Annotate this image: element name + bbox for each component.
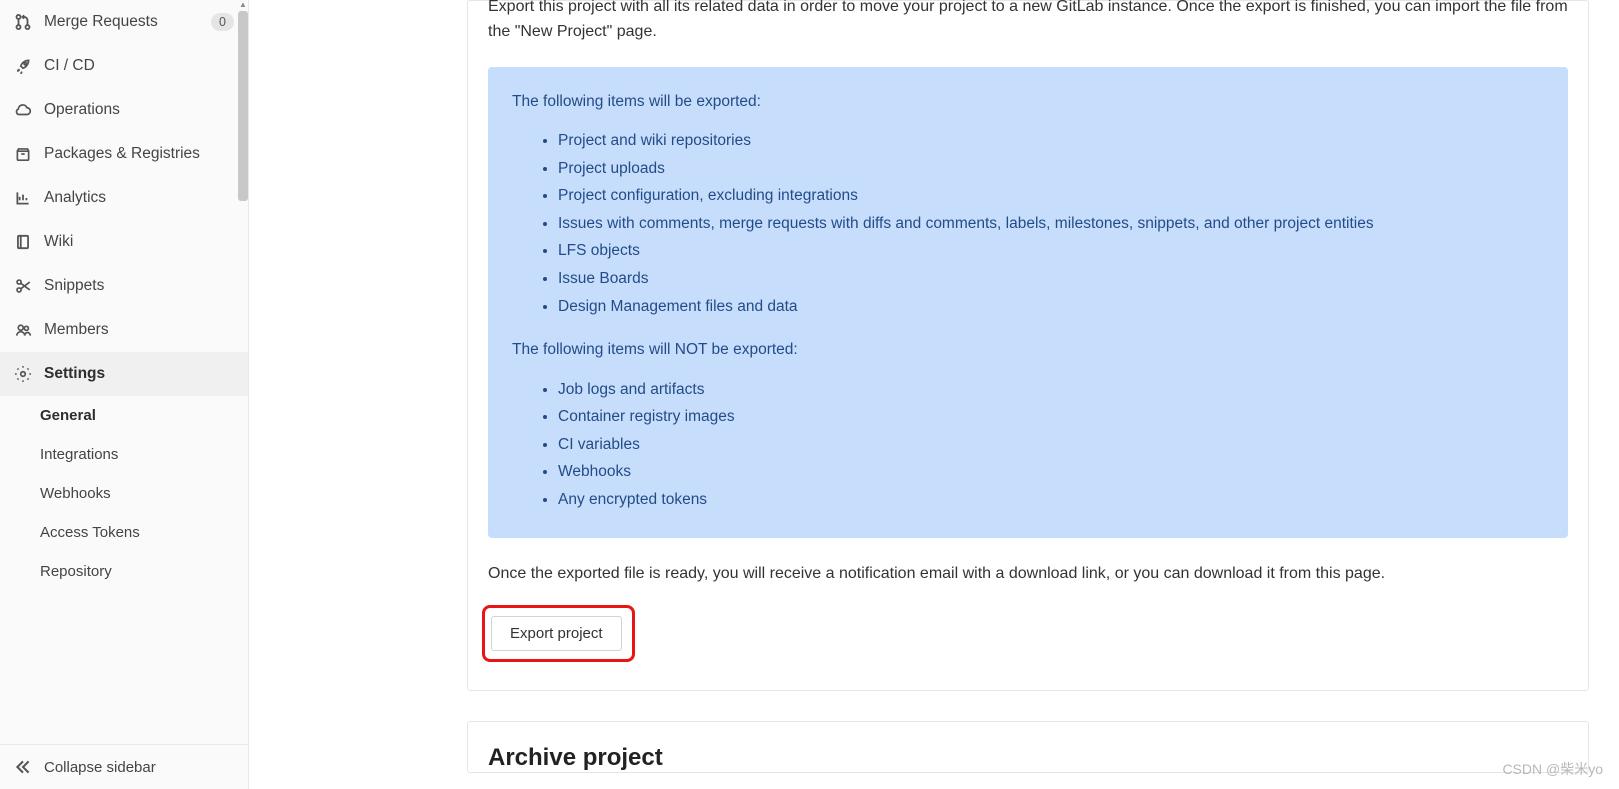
sidebar: ▲ Merge Requests 0 CI / CD [0, 0, 249, 789]
export-project-button[interactable]: Export project [491, 616, 622, 651]
sidebar-item-packages[interactable]: Packages & Registries [0, 132, 248, 176]
sidebar-scrollbar[interactable] [238, 11, 248, 201]
sidebar-item-snippets[interactable]: Snippets [0, 264, 248, 308]
watermark-text: CSDN @柴米yo [1502, 759, 1603, 779]
archive-heading: Archive project [488, 744, 1568, 772]
merge-requests-badge: 0 [211, 13, 234, 31]
chart-icon [14, 189, 32, 207]
list-item: CI variables [558, 432, 1544, 458]
subnav-label: Repository [40, 563, 112, 580]
sidebar-item-label: CI / CD [44, 57, 95, 75]
subnav-item-webhooks[interactable]: Webhooks [0, 474, 248, 513]
subnav-item-repository[interactable]: Repository [0, 552, 248, 591]
list-item: LFS objects [558, 238, 1544, 264]
sidebar-item-label: Snippets [44, 277, 104, 295]
sidebar-item-wiki[interactable]: Wiki [0, 220, 248, 264]
sidebar-item-label: Merge Requests [44, 13, 158, 31]
subnav-item-access-tokens[interactable]: Access Tokens [0, 513, 248, 552]
list-item: Issues with comments, merge requests wit… [558, 211, 1544, 237]
export-intro-text: Export this project with all its related… [488, 0, 1568, 45]
scissors-icon [14, 277, 32, 295]
members-icon [14, 321, 32, 339]
sidebar-item-ci-cd[interactable]: CI / CD [0, 44, 248, 88]
exported-items-list: Project and wiki repositories Project up… [512, 128, 1544, 319]
sidebar-item-label: Analytics [44, 189, 106, 207]
subnav-label: General [40, 407, 96, 424]
sidebar-item-label: Packages & Registries [44, 145, 200, 163]
cloud-icon [14, 101, 32, 119]
archive-project-card: Archive project [467, 721, 1589, 773]
subnav-item-general[interactable]: General [0, 396, 248, 435]
rocket-icon [14, 57, 32, 75]
gear-icon [14, 365, 32, 383]
sidebar-item-operations[interactable]: Operations [0, 88, 248, 132]
book-icon [14, 233, 32, 251]
list-item: Project configuration, excluding integra… [558, 183, 1544, 209]
sidebar-item-label: Wiki [44, 233, 73, 251]
sidebar-item-members[interactable]: Members [0, 308, 248, 352]
sidebar-item-label: Operations [44, 101, 120, 119]
subnav-label: Integrations [40, 446, 118, 463]
package-icon [14, 145, 32, 163]
exported-heading: The following items will be exported: [512, 89, 1544, 115]
sidebar-item-label: Members [44, 321, 109, 339]
merge-request-icon [14, 13, 32, 31]
not-exported-heading: The following items will NOT be exported… [512, 337, 1544, 363]
subnav-item-integrations[interactable]: Integrations [0, 435, 248, 474]
list-item: Container registry images [558, 404, 1544, 430]
list-item: Any encrypted tokens [558, 487, 1544, 513]
not-exported-items-list: Job logs and artifacts Container registr… [512, 377, 1544, 513]
sidebar-item-label: Settings [44, 365, 105, 383]
list-item: Webhooks [558, 459, 1544, 485]
subnav-label: Access Tokens [40, 524, 140, 541]
collapse-sidebar-button[interactable]: Collapse sidebar [0, 744, 248, 789]
list-item: Issue Boards [558, 266, 1544, 292]
settings-subnav: General Integrations Webhooks Access Tok… [0, 396, 248, 591]
sidebar-item-analytics[interactable]: Analytics [0, 176, 248, 220]
sidebar-item-merge-requests[interactable]: Merge Requests 0 [0, 0, 248, 44]
main-content: Export this project with all its related… [249, 0, 1619, 789]
chevron-double-left-icon [14, 758, 32, 776]
subnav-label: Webhooks [40, 485, 111, 502]
list-item: Design Management files and data [558, 294, 1544, 320]
list-item: Job logs and artifacts [558, 377, 1544, 403]
list-item: Project and wiki repositories [558, 128, 1544, 154]
export-ready-note: Once the exported file is ready, you wil… [488, 562, 1568, 587]
export-button-highlight: Export project [482, 605, 635, 662]
collapse-label: Collapse sidebar [44, 759, 156, 776]
export-project-card: Export this project with all its related… [467, 0, 1589, 691]
list-item: Project uploads [558, 156, 1544, 182]
button-label: Export project [510, 625, 603, 642]
export-callout: The following items will be exported: Pr… [488, 67, 1568, 539]
sidebar-item-settings[interactable]: Settings [0, 352, 248, 396]
